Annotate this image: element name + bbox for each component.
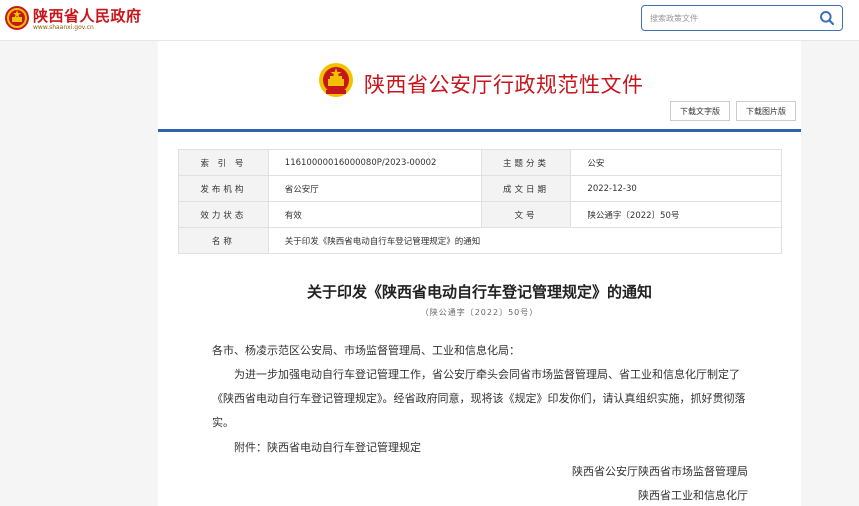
date-label: 成文日期 [480, 175, 572, 202]
status-value: 有效 [267, 201, 482, 228]
notice-addressee: 各市、杨凌示范区公安局、市场监督管理局、工业和信息化局： [212, 344, 520, 357]
download-image-button[interactable]: 下载图片版 [736, 101, 796, 121]
name-value: 关于印发《陕西省电动自行车登记管理规定》的通知 [267, 227, 783, 254]
signer-2: 陕西省工业和信息化厅 [638, 489, 748, 502]
header-divider [158, 129, 801, 132]
national-emblem-icon[interactable] [4, 5, 30, 31]
table-row: 名称 关于印发《陕西省电动自行车登记管理规定》的通知 [178, 227, 783, 254]
document-content: 陕西省公安厅行政规范性文件 下载文字版 下载图片版 索 引 号 11610000… [158, 41, 801, 506]
index-value: 11610000016000080P/2023-00002 [267, 149, 482, 176]
top-bar: 陕西省人民政府 www.shaanxi.gov.cn [0, 0, 859, 41]
national-emblem-icon [319, 63, 353, 97]
table-row: 索 引 号 11610000016000080P/2023-00002 主题分类… [178, 149, 782, 176]
site-name[interactable]: 陕西省人民政府 [33, 5, 142, 26]
docno-label: 文号 [480, 201, 572, 228]
issuer-value: 省公安厅 [267, 175, 482, 202]
notice-body: 为进一步加强电动自行车登记管理工作，省公安厅牵头会同省市场监督管理局、省工业和信… [212, 368, 746, 429]
search-icon[interactable] [819, 10, 835, 26]
search-box [641, 5, 843, 31]
category-label: 主题分类 [480, 149, 572, 176]
signer-1: 陕西省公安厅陕西省市场监督管理局 [572, 465, 748, 478]
notice-title: 关于印发《陕西省电动自行车登记管理规定》的通知 [306, 283, 652, 301]
search-input[interactable] [650, 11, 810, 25]
status-label: 效力状态 [178, 201, 269, 228]
document-info-table: 索 引 号 11610000016000080P/2023-00002 主题分类… [178, 149, 783, 254]
date-value: 2022-12-30 [570, 175, 782, 202]
name-label: 名称 [178, 227, 269, 254]
issuer-label: 发布机构 [178, 175, 269, 202]
docno-value: 陕公通字〔2022〕50号 [570, 201, 782, 228]
index-label: 索 引 号 [178, 149, 269, 176]
table-row: 效力状态 有效 文号 陕公通字〔2022〕50号 [178, 201, 782, 228]
notice-doc-number: （陕公通字〔2022〕50号） [420, 308, 539, 317]
site-url: www.shaanxi.gov.cn [33, 24, 94, 31]
document-header: 陕西省公安厅行政规范性文件 下载文字版 下载图片版 [158, 41, 801, 133]
notice-attachment-link[interactable]: 附件：陕西省电动自行车登记管理规定 [212, 436, 757, 460]
document-category-title: 陕西省公安厅行政规范性文件 [364, 73, 644, 97]
table-row: 发布机构 省公安厅 成文日期 2022-12-30 [178, 175, 782, 202]
category-value: 公安 [570, 149, 782, 176]
download-text-button[interactable]: 下载文字版 [670, 101, 730, 121]
